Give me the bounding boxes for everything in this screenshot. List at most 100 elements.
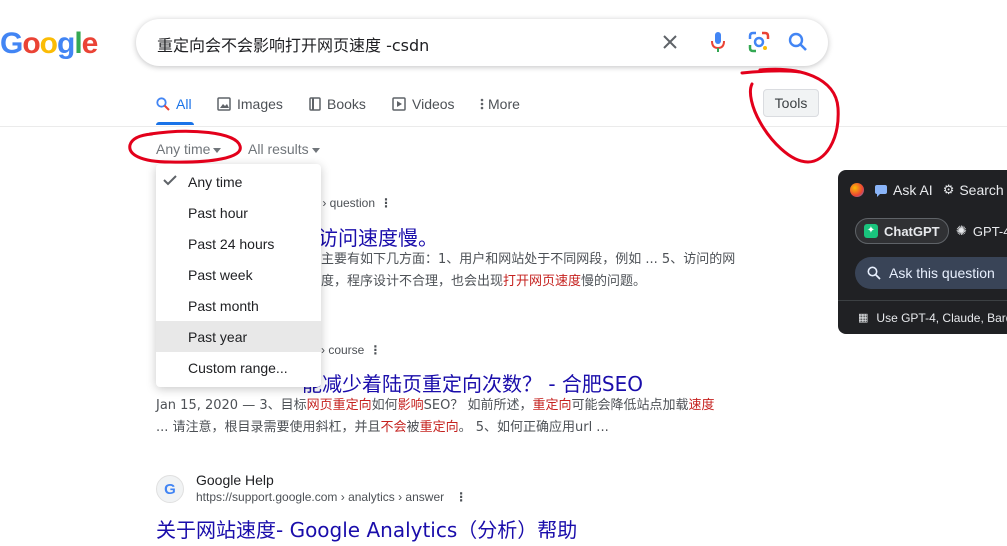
more-options-icon[interactable]: ⋮ <box>368 343 382 357</box>
site-name[interactable]: Google Help <box>196 472 468 488</box>
tab-all[interactable]: All <box>156 96 192 112</box>
tab-label: Books <box>327 96 366 112</box>
result-url: https://support.google.com › analytics ›… <box>196 490 468 504</box>
gear-icon: ⚙ <box>942 182 955 197</box>
snippet-text: 。 5、如何正确应用url ... <box>458 420 609 435</box>
snippet-text: 被 <box>406 420 420 435</box>
search-icon <box>156 97 170 111</box>
menu-item-past-24-hours[interactable]: Past 24 hours <box>156 228 321 259</box>
video-icon <box>392 97 406 111</box>
tab-ask-ai[interactable]: Ask AI <box>874 182 933 198</box>
logo-letter: l <box>74 27 82 60</box>
menu-item-label: Past 24 hours <box>188 235 275 252</box>
snippet-highlight: 不会 <box>380 420 407 435</box>
search-icon[interactable] <box>786 30 810 54</box>
panel-tabs: Ask AI ⚙ Search <box>850 182 1004 198</box>
breadcrumb-text: › course <box>321 343 365 357</box>
book-icon <box>309 97 321 111</box>
menu-item-past-week[interactable]: Past week <box>156 259 321 290</box>
tab-label: More <box>488 96 520 112</box>
snippet-text: ... 请注意，根目录需要使用斜杠，并且 <box>156 420 381 435</box>
chat-icon <box>875 184 887 197</box>
menu-item-past-month[interactable]: Past month <box>156 290 321 321</box>
menu-item-past-hour[interactable]: Past hour <box>156 197 321 228</box>
tab-books[interactable]: Books <box>309 96 366 112</box>
tab-search[interactable]: ⚙ Search <box>943 182 1004 198</box>
snippet-text: 如何 <box>371 398 398 413</box>
snippet-highlight: 打开网页速度 <box>503 274 582 289</box>
all-results-filter[interactable]: All results <box>248 141 320 157</box>
extension-logo-icon <box>850 183 864 197</box>
panel-footer: ▦ Use GPT-4, Claude, Bard <box>838 300 1007 334</box>
chip-chatgpt[interactable]: ✦ ChatGPT <box>855 218 949 244</box>
snippet-text: SEO？ 如前所述， <box>423 398 533 413</box>
footer-text: Use GPT-4, Claude, Bard <box>876 310 1007 325</box>
result-breadcrumb: › course ⋮ <box>321 343 382 357</box>
snippet-highlight: 重定向 <box>419 420 459 435</box>
tab-label: Search <box>959 182 1004 198</box>
site-favicon: G <box>156 475 184 503</box>
chip-gpt4[interactable]: ✺ GPT-4 <box>948 218 1007 244</box>
tools-button[interactable]: Tools <box>763 89 819 117</box>
tab-label: Images <box>237 96 283 112</box>
filter-label: Any time <box>156 141 211 157</box>
menu-item-label: Any time <box>188 173 243 190</box>
menu-item-label: Custom range... <box>188 359 288 376</box>
dropdown-arrow-icon <box>213 147 222 153</box>
menu-item-label: Past month <box>188 297 259 314</box>
microphone-icon[interactable] <box>706 30 730 54</box>
menu-item-past-year[interactable]: Past year <box>156 321 321 352</box>
ask-question-button[interactable]: Ask this question <box>855 257 1007 289</box>
snippet-text: 度，程序设计不合理，也会出现 <box>321 274 504 289</box>
logo-letter: G <box>0 27 23 60</box>
annotation-underline <box>740 69 802 75</box>
tab-label: Videos <box>412 96 455 112</box>
result-snippet: Jan 15, 2020 — 3、目标网页重定向如何影响SEO？ 如前所述，重定… <box>156 395 715 417</box>
time-filter-menu: Any time Past hour Past 24 hours Past we… <box>156 164 321 387</box>
google-lens-icon[interactable] <box>747 30 771 54</box>
menu-item-label: Past week <box>188 266 253 283</box>
result-date: Jan 15, 2020 <box>156 398 239 413</box>
result-snippet: ... 请注意，根目录需要使用斜杠，并且不会被重定向。 5、如何正确应用url … <box>156 417 609 439</box>
search-input[interactable]: 重定向会不会影响打开网页速度 -csdn <box>157 32 429 56</box>
menu-item-label: Past hour <box>188 204 248 221</box>
result-title[interactable]: 关于网站速度- Google Analytics（分析）帮助 <box>156 514 577 543</box>
result-title[interactable]: 能减少着陆页重定向次数？ - 合肥SEO <box>302 368 643 397</box>
openai-icon: ✺ <box>956 223 967 238</box>
snippet-highlight: 影响 <box>397 398 424 413</box>
divider <box>0 126 1007 127</box>
more-vert-icon <box>480 98 484 110</box>
tab-label: All <box>176 96 192 112</box>
button-label: Ask this question <box>889 265 995 281</box>
tab-videos[interactable]: Videos <box>392 96 455 112</box>
result-breadcrumb: m › question ⋮ <box>309 196 393 210</box>
result-title[interactable]: 访问速度慢。 <box>318 222 438 251</box>
snippet-highlight: 速度 <box>688 398 715 413</box>
search-box[interactable]: 重定向会不会影响打开网页速度 -csdn <box>136 19 828 66</box>
menu-item-label: Past year <box>188 328 248 345</box>
tab-more[interactable]: More <box>480 96 520 112</box>
more-options-icon[interactable]: ⋮ <box>454 490 468 504</box>
tab-label: Ask AI <box>893 182 933 198</box>
chip-label: ChatGPT <box>884 223 940 239</box>
filter-label: All results <box>248 141 309 157</box>
chatgpt-icon: ✦ <box>864 224 878 238</box>
menu-item-any-time[interactable]: Any time <box>156 166 321 197</box>
image-icon <box>217 97 231 111</box>
more-options-icon[interactable]: ⋮ <box>379 196 393 210</box>
logo-letter: o <box>39 27 58 60</box>
any-time-filter[interactable]: Any time <box>156 141 222 157</box>
logo-letter: o <box>22 27 40 60</box>
clear-icon[interactable] <box>658 30 682 54</box>
active-tab-indicator <box>156 122 194 125</box>
search-result: Google Help https://support.google.com ›… <box>196 472 468 504</box>
dropdown-arrow-icon <box>311 147 320 153</box>
checkmark-icon <box>163 175 177 186</box>
grid-icon: ▦ <box>858 312 869 324</box>
snippet-text: — 3、目标 <box>238 398 307 413</box>
logo-letter: g <box>57 27 75 60</box>
tab-images[interactable]: Images <box>217 96 283 112</box>
ai-side-panel: Ask AI ⚙ Search ✦ ChatGPT ✺ GPT-4 Ask th… <box>838 170 1007 334</box>
google-logo[interactable]: Google <box>0 27 98 61</box>
menu-item-custom-range[interactable]: Custom range... <box>156 352 321 383</box>
